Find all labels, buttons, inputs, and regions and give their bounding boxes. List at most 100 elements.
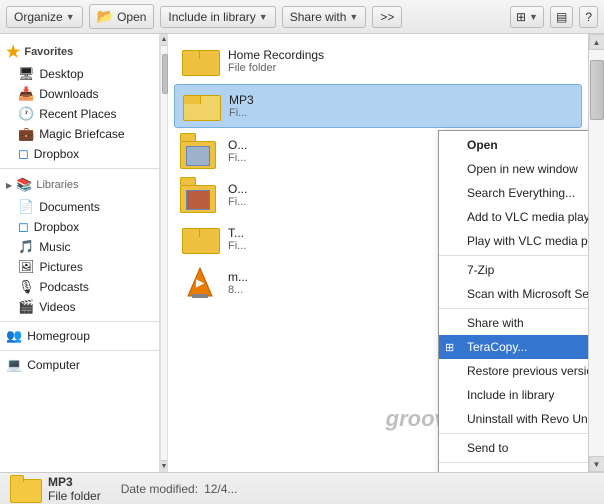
ctx-play-vlc-label: Play with VLC media player [467,234,588,248]
home-recordings-folder-icon [182,46,218,76]
pictures-icon: 🖼 [18,259,35,275]
dropbox-icon: ◻ [18,146,29,162]
preview-button[interactable]: ▤ [550,6,573,28]
ctx-search-everything-label: Search Everything... [467,186,575,200]
scroll-thumb[interactable] [590,60,604,120]
ctx-open[interactable]: Open [439,133,588,157]
sidebar-item-magic-briefcase[interactable]: 💼 Magic Briefcase [0,124,159,144]
share-with-chevron-icon: ▼ [349,12,358,22]
favorites-header[interactable]: ★ Favorites [0,40,159,64]
view-chevron-icon: ▼ [529,12,538,22]
status-bar: MP3 File folder Date modified: 12/4... [0,472,604,504]
organize-button[interactable]: Organize ▼ [6,6,83,28]
ctx-7zip[interactable]: 7-Zip ▶ [439,258,588,282]
share-with-button[interactable]: Share with ▼ [282,6,367,28]
downloads-icon: 📥 [18,86,34,102]
file-item-mp3[interactable]: MP3 Fi... [174,84,582,128]
sidebar-item-pictures[interactable]: 🖼 Pictures [0,257,159,277]
recent-places-label: Recent Places [39,107,116,121]
videos-label: Videos [39,300,75,314]
organize-label: Organize [14,10,63,24]
o1-thumb [180,133,220,169]
share-with-label: Share with [290,10,347,24]
file-item-home-recordings[interactable]: Home Recordings File folder [174,40,582,82]
ctx-cut-label: Cut [467,470,486,472]
scroll-up-arrow[interactable]: ▲ [589,34,604,50]
help-button[interactable]: ? [579,6,598,28]
more-label: >> [380,10,394,24]
help-icon: ? [585,10,592,24]
ctx-play-vlc[interactable]: Play with VLC media player [439,229,588,253]
ctx-7zip-label: 7-Zip [467,263,494,277]
videos-icon: 🎬 [18,299,34,315]
ctx-cut[interactable]: Cut [439,465,588,472]
desktop-icon: 🖥 [18,66,35,82]
vlc-thumb: ▶ [180,265,220,301]
more-button[interactable]: >> [372,6,402,28]
t-thumb [180,221,220,257]
favorites-section: ★ Favorites 🖥 Desktop 📥 Downloads 🕐 Rece… [0,40,159,164]
ctx-search-everything[interactable]: Search Everything... [439,181,588,205]
sidebar-item-homegroup[interactable]: 👥 Homegroup [0,326,159,346]
sidebar-item-computer[interactable]: 💻 Computer [0,355,159,375]
sidebar-item-documents[interactable]: 📄 Documents [0,197,159,217]
sidebar-item-music[interactable]: 🎵 Music [0,237,159,257]
sidebar-item-podcasts[interactable]: 🎙 Podcasts [0,277,159,297]
libraries-label: Libraries [36,179,78,191]
include-library-button[interactable]: Include in library ▼ [160,6,275,28]
computer-icon: 💻 [6,357,22,373]
scroll-down-arrow[interactable]: ▼ [589,456,604,472]
t-folder-icon [182,224,218,254]
ctx-include-library[interactable]: Include in library ▶ [439,383,588,407]
ctx-share-with[interactable]: Share with ▶ [439,311,588,335]
ctx-send-to[interactable]: Send to ▶ [439,436,588,460]
music-icon: 🎵 [18,239,34,255]
magic-briefcase-icon: 💼 [18,126,34,142]
ctx-open-new-window[interactable]: Open in new window [439,157,588,181]
status-folder-icon [10,475,42,503]
favorites-star-icon: ★ [6,42,20,62]
content-area: Home Recordings File folder MP3 Fi... [168,34,588,472]
sidebar-separator-1 [0,168,159,169]
libraries-header[interactable]: ▶ 📚 Libraries [0,173,159,197]
ctx-add-vlc-playlist-label: Add to VLC media player's Playlist [467,210,588,224]
sidebar-separator-3 [0,350,159,351]
open-folder-icon: 📂 [97,8,114,25]
ctx-uninstall-revo[interactable]: Uninstall with Revo Uninstaller Pro [439,407,588,431]
dropbox-label: Dropbox [34,147,79,161]
status-info: MP3 File folder [48,475,101,503]
mp3-type: Fi... [229,107,575,119]
ctx-send-to-label: Send to [467,441,508,455]
view-options-button[interactable]: ⊞ ▼ [510,6,544,28]
ctx-restore-prev-label: Restore previous versions [467,364,588,378]
status-date-value: 12/4... [204,482,237,496]
sidebar-item-desktop[interactable]: 🖥 Desktop [0,64,159,84]
ctx-add-vlc-playlist[interactable]: Add to VLC media player's Playlist [439,205,588,229]
sidebar-scroll-down-arrow[interactable]: ▼ [161,460,167,472]
dropbox2-icon: ◻ [18,219,29,235]
sidebar-item-dropbox[interactable]: ◻ Dropbox [0,144,159,164]
preview-icon: ▤ [556,10,567,24]
ctx-divider-3 [439,433,588,434]
sidebar-item-recent-places[interactable]: 🕐 Recent Places [0,104,159,124]
ctx-teracopy[interactable]: ⊞ TeraCopy... [439,335,588,359]
sidebar-separator-2 [0,321,159,322]
toolbar: Organize ▼ 📂 Open Include in library ▼ S… [0,0,604,34]
sidebar-scroll-up-arrow[interactable]: ▲ [161,34,167,46]
ctx-teracopy-label: TeraCopy... [467,340,527,354]
sidebar-item-dropbox2[interactable]: ◻ Dropbox [0,217,159,237]
ctx-restore-prev[interactable]: Restore previous versions [439,359,588,383]
ctx-uninstall-revo-label: Uninstall with Revo Uninstaller Pro [467,412,588,426]
podcasts-icon: 🎙 [18,279,35,295]
ctx-open-new-window-label: Open in new window [467,162,578,176]
home-recordings-name: Home Recordings [228,48,576,62]
sidebar-item-videos[interactable]: 🎬 Videos [0,297,159,317]
home-recordings-thumb [180,43,220,79]
sidebar-item-downloads[interactable]: 📥 Downloads [0,84,159,104]
mp3-folder-icon [183,91,219,121]
open-label: Open [117,10,146,24]
ctx-scan-security[interactable]: Scan with Microsoft Security Essentials.… [439,282,588,306]
sidebar-scrollbar: ▲ ▼ [160,34,168,472]
open-button[interactable]: 📂 Open [89,4,155,29]
include-library-chevron-icon: ▼ [259,12,268,22]
